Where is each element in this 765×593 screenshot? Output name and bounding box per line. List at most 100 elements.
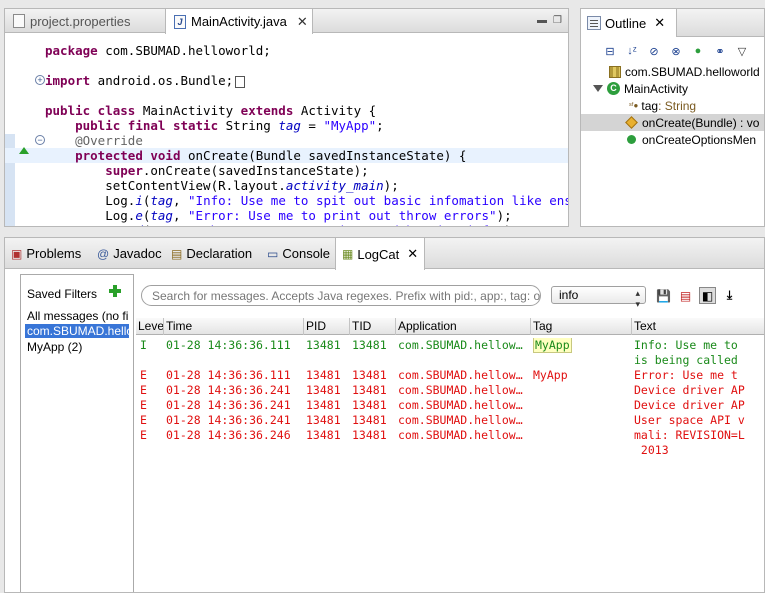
toggle-filters-icon[interactable]: ◧ (699, 287, 716, 304)
outline-item-class[interactable]: C MainActivity (581, 80, 764, 97)
code-line[interactable]: Log.d(tag, "Debug: Use me to spit out de… (5, 223, 568, 226)
code-text: import android.os.Bundle; (45, 73, 246, 88)
code-line[interactable]: public final static String tag = "MyApp"… (5, 118, 568, 133)
close-icon[interactable]: ✕ (407, 246, 418, 262)
log-row[interactable]: 2013 (136, 443, 764, 458)
tab-logcat[interactable]: ▦ LogCat ✕ (335, 238, 426, 270)
log-cell-app: com.SBUMAD.hellow… (398, 383, 523, 397)
log-cell-tid: 13481 (352, 368, 387, 382)
outline-item-field[interactable]: ˢᶠ● tag : String (581, 97, 764, 114)
log-cell-time: 01-28 14:36:36.111 (166, 368, 291, 382)
hide-static-icon[interactable]: ⊗ (667, 43, 685, 59)
code-token: public class (45, 103, 136, 118)
log-cell-text: Device driver AP (634, 383, 745, 397)
minimize-icon[interactable]: ▬ (537, 15, 547, 26)
log-row[interactable]: is being called (136, 353, 764, 368)
method-public-icon (627, 135, 636, 144)
scroll-lock-icon[interactable]: ⤓ (721, 287, 738, 304)
tab-main-activity[interactable]: J MainActivity.java ✕ (165, 9, 313, 34)
code-line[interactable]: super.onCreate(savedInstanceState); (5, 163, 568, 178)
code-line[interactable] (5, 58, 568, 73)
tab-outline[interactable]: Outline ✕ (581, 9, 677, 37)
log-row[interactable]: E 01-28 14:36:36.111 13481 13481 com.SBUMAD.… (136, 368, 764, 383)
fold-collapse-icon[interactable]: − (35, 135, 45, 145)
hide-nonpublic-icon[interactable]: ● (689, 43, 707, 59)
log-cell-level: E (140, 398, 147, 412)
filter-item-all[interactable]: All messages (no fi (27, 309, 131, 323)
log-row[interactable]: E 01-28 14:36:36.241 13481 13481 com.SBUMAD.… (136, 413, 764, 428)
close-icon[interactable]: ✕ (654, 15, 665, 31)
outline-item-oncreate[interactable]: onCreate(Bundle) : vo (581, 114, 764, 131)
log-cell-tid: 13481 (352, 338, 387, 352)
code-token: d (135, 223, 143, 226)
column-tag[interactable]: Tag (531, 318, 632, 335)
tab-declaration[interactable]: ▤ Declaration (171, 238, 252, 269)
log-table[interactable]: Leve Time PID TID Application Tag Text I… (136, 318, 764, 592)
log-row[interactable]: I 01-28 14:36:36.111 13481 13481 com.SBUMAD.… (136, 338, 764, 353)
close-icon[interactable]: ✕ (297, 14, 308, 30)
logcat-search-input[interactable]: Search for messages. Accepts Java regexe… (141, 285, 541, 306)
code-area[interactable]: package com.SBUMAD.helloworld; import and… (5, 34, 568, 226)
code-line[interactable]: Log.e(tag, "Error: Use me to print out t… (5, 208, 568, 223)
log-cell-pid: 13481 (306, 398, 341, 412)
tab-problems[interactable]: ▣ Problems (11, 238, 81, 269)
column-application[interactable]: Application (396, 318, 531, 335)
filter-item-myapp[interactable]: MyApp (2) (27, 340, 131, 354)
column-level[interactable]: Leve (136, 318, 164, 335)
outline-item-label: onCreateOptionsMen (642, 132, 757, 147)
code-editor[interactable]: project.properties J MainActivity.java ✕… (4, 8, 569, 227)
folded-imports-icon[interactable] (235, 75, 246, 88)
column-tid[interactable]: TID (350, 318, 396, 335)
tab-console[interactable]: ▭ Console (267, 238, 330, 269)
collapse-all-icon[interactable]: ⊟ (601, 43, 619, 59)
save-log-icon[interactable]: 💾 (655, 287, 672, 304)
column-text[interactable]: Text (632, 318, 764, 335)
code-token: "MyApp" (323, 118, 377, 133)
column-time[interactable]: Time (164, 318, 304, 335)
search-placeholder: Search for messages. Accepts Java regexe… (152, 289, 541, 303)
tab-project-properties[interactable]: project.properties (5, 9, 165, 33)
code-line[interactable]: @Override (5, 133, 568, 148)
view-menu-icon[interactable]: ▽ (733, 43, 751, 59)
outline-tab-bar: Outline ✕ (581, 9, 764, 37)
fold-expand-icon[interactable]: + (35, 75, 45, 85)
log-row[interactable]: E 01-28 14:36:36.246 13481 13481 com.SBUMAD.… (136, 428, 764, 443)
bottom-panel[interactable]: ▣ Problems @ Javadoc ▤ Declaration ▭ Con… (4, 237, 765, 593)
code-token: extends (240, 103, 294, 118)
outline-item-label: tag (641, 98, 659, 113)
log-cell-pid: 13481 (306, 368, 341, 382)
code-line[interactable]: setContentView(R.layout.activity_main); (5, 178, 568, 193)
tab-javadoc[interactable]: @ Javadoc (97, 238, 162, 269)
code-line[interactable] (5, 88, 568, 103)
filter-item-app[interactable]: com.SBUMAD.hello (25, 324, 129, 338)
code-line[interactable]: public class MainActivity extends Activi… (5, 103, 568, 118)
code-line[interactable]: package com.SBUMAD.helloworld; (5, 43, 568, 58)
hide-local-types-icon[interactable]: ⚭ (711, 43, 729, 59)
expand-arrow-icon[interactable] (593, 85, 603, 92)
add-filter-icon[interactable] (109, 285, 121, 297)
code-line[interactable]: protected void onCreate(Bundle savedInst… (5, 148, 568, 163)
code-token: tag (150, 223, 173, 226)
clear-log-icon[interactable]: ▤ (677, 287, 694, 304)
sort-az-icon[interactable]: ↓ᶻ (623, 43, 641, 59)
code-text: super.onCreate(savedInstanceState); (45, 163, 368, 178)
code-token: Activity { (293, 103, 377, 118)
outline-item-package[interactable]: com.SBUMAD.helloworld (581, 63, 764, 80)
log-cell-app: com.SBUMAD.hellow… (398, 338, 523, 352)
log-cell-level: E (140, 383, 147, 397)
code-line[interactable]: import android.os.Bundle; (5, 73, 568, 88)
log-cell-text: Error: Use me t (634, 368, 738, 382)
outline-view[interactable]: Outline ✕ ⊟ ↓ᶻ ⊘ ⊗ ● ⚭ ▽ com.SBUMAD.hell… (580, 8, 765, 227)
outline-item-oncreateoptionsmenu[interactable]: onCreateOptionsMen (581, 131, 764, 148)
code-line[interactable]: Log.i(tag, "Info: Use me to spit out bas… (5, 193, 568, 208)
log-cell-tid: 13481 (352, 413, 387, 427)
log-cell-text: User space API v (634, 413, 745, 427)
log-level-select[interactable]: info ▴ ▾ (551, 286, 646, 309)
hide-fields-icon[interactable]: ⊘ (645, 43, 663, 59)
column-pid[interactable]: PID (304, 318, 350, 335)
maximize-icon[interactable]: ❐ (553, 15, 562, 26)
log-cell-tid: 13481 (352, 383, 387, 397)
log-row[interactable]: E 01-28 14:36:36.241 13481 13481 com.SBUMAD.… (136, 383, 764, 398)
log-row[interactable]: E 01-28 14:36:36.241 13481 13481 com.SBUMAD.… (136, 398, 764, 413)
